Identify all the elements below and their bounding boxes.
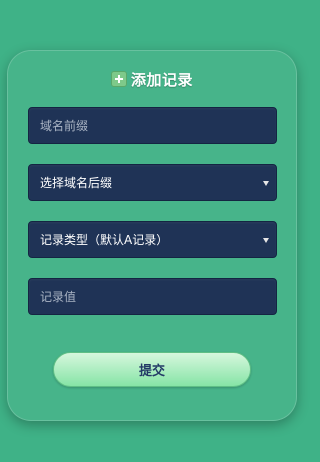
domain-suffix-value: 选择域名后缀 [40, 176, 113, 190]
record-value-input[interactable] [40, 289, 276, 304]
record-type-select[interactable]: 记录类型（默认A记录） [28, 221, 277, 258]
domain-suffix-select[interactable]: 选择域名后缀 [28, 164, 277, 201]
chevron-down-icon [263, 237, 269, 243]
chevron-down-icon [263, 180, 269, 186]
plus-square-icon [110, 71, 127, 87]
submit-button[interactable]: 提交 [53, 352, 251, 387]
record-type-value: 记录类型（默认A记录） [40, 233, 169, 247]
record-value-field[interactable] [28, 278, 277, 315]
add-record-card: 添加记录 选择域名后缀 记录类型（默认A记录） 提交 [7, 50, 297, 421]
form-title: 添加记录 [8, 68, 296, 90]
domain-prefix-field[interactable] [28, 107, 277, 144]
domain-prefix-input[interactable] [40, 118, 276, 133]
form-title-text: 添加记录 [130, 70, 193, 89]
